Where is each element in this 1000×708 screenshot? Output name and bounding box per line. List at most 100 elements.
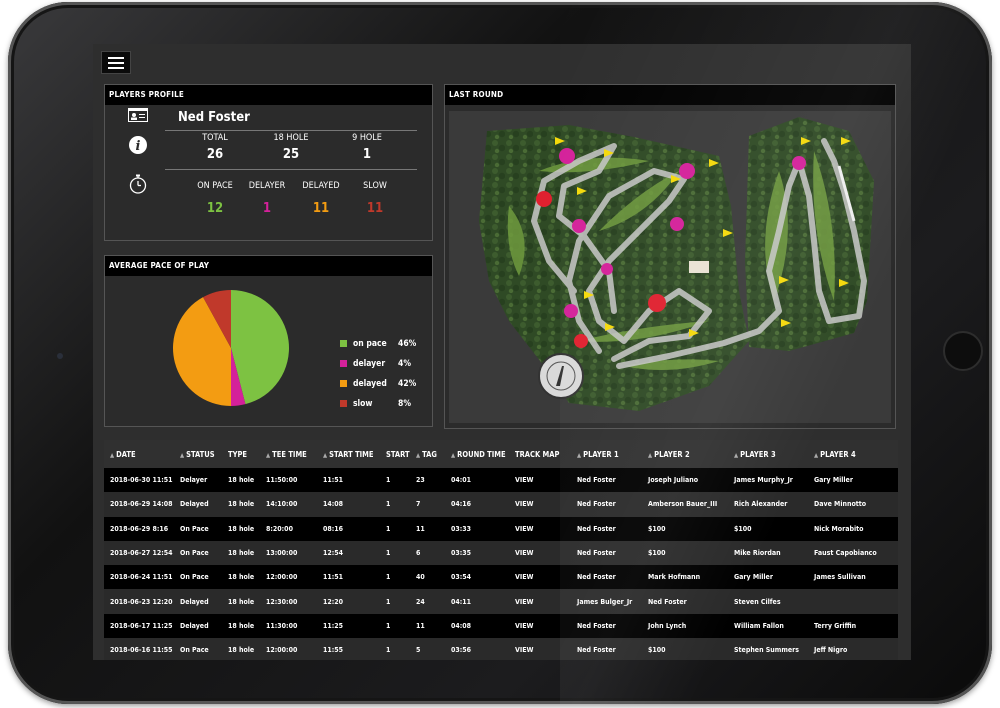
sort-icon[interactable]: ▲: [110, 452, 114, 459]
sort-icon[interactable]: ▲: [648, 452, 652, 459]
column-header-player-3[interactable]: ▲ PLAYER 3: [728, 440, 808, 468]
clubhouse: [689, 261, 709, 273]
table-cell: 11:51: [317, 565, 380, 590]
table-cell: 2018-06-27 12:54: [104, 540, 174, 566]
column-header-round-time[interactable]: ▲ ROUND TIME: [445, 440, 509, 468]
column-header-player-2[interactable]: ▲ PLAYER 2: [642, 440, 728, 468]
delayed-value: 11: [312, 201, 330, 216]
column-header-label: START TIME: [329, 449, 374, 459]
stopwatch-icon: [129, 174, 147, 194]
sort-icon[interactable]: ▲: [180, 452, 184, 459]
delayer-value: 1: [262, 201, 272, 216]
legend-percent: 8%: [398, 399, 411, 409]
rounds-total-label: TOTAL: [202, 133, 228, 143]
table-cell: $100: [728, 516, 808, 541]
sort-icon[interactable]: ▲: [416, 452, 420, 459]
table-cell: 2018-06-23 12:20: [104, 589, 174, 614]
table-cell: 2018-06-16 11:55: [104, 638, 174, 660]
table-cell: 12:20: [317, 589, 380, 614]
rounds-total-value: 26: [206, 147, 224, 162]
rounds-18-value: 25: [282, 147, 300, 162]
column-header-tag[interactable]: ▲ TAG: [410, 440, 445, 468]
table-row[interactable]: 2018-06-27 12:54 On Pace 18 hole 13:00:00 12…: [104, 540, 898, 566]
table-cell: Terry Griffin: [808, 613, 898, 639]
app-screen: PLAYERS PROFILE Ned Foster i TOTAL 26 18…: [93, 44, 911, 660]
legend-percent: 46%: [398, 339, 417, 349]
column-header-label: PLAYER 4: [820, 449, 856, 459]
table-cell: Ned Foster: [571, 540, 642, 566]
table-cell: 2018-06-30 11:51: [104, 468, 174, 493]
home-button[interactable]: [943, 331, 983, 371]
view-track-link[interactable]: VIEW: [509, 468, 571, 493]
table-cell: 14:08: [317, 492, 380, 517]
sort-icon[interactable]: ▲: [814, 452, 818, 459]
legend-swatch: [340, 400, 347, 407]
course-map[interactable]: [449, 111, 891, 423]
table-cell: 11:25: [317, 613, 380, 639]
sort-icon[interactable]: ▲: [323, 452, 327, 459]
table-cell: Nick Morabito: [808, 516, 898, 541]
table-cell: 11:30:00: [260, 613, 317, 639]
view-track-link[interactable]: VIEW: [509, 589, 571, 614]
sort-icon[interactable]: ▲: [266, 452, 270, 459]
column-header-tee-time[interactable]: ▲ TEE TIME: [260, 440, 317, 468]
view-track-link[interactable]: VIEW: [509, 516, 571, 541]
column-header-player-4[interactable]: ▲ PLAYER 4: [808, 440, 898, 468]
sort-icon[interactable]: ▲: [451, 452, 455, 459]
table-row[interactable]: 2018-06-23 12:20 Delayed 18 hole 12:30:00 12…: [104, 589, 898, 614]
column-header-label: TAG: [422, 449, 437, 459]
view-track-link[interactable]: VIEW: [509, 565, 571, 590]
hamburger-menu-icon[interactable]: [101, 51, 131, 74]
camera-icon: [57, 353, 63, 359]
player-name: Ned Foster: [178, 110, 250, 125]
table-row[interactable]: 2018-06-30 11:51 Delayer 18 hole 11:50:00 11…: [104, 468, 898, 493]
delayed-label: DELAYED: [302, 181, 340, 191]
column-header-player-1[interactable]: ▲ PLAYER 1: [571, 440, 642, 468]
table-cell: William Fallon: [728, 613, 808, 639]
table-cell: James Sullivan: [808, 565, 898, 590]
table-cell: 18 hole: [222, 613, 260, 639]
table-cell: 18 hole: [222, 589, 260, 614]
table-cell: Joseph Juliano: [642, 468, 728, 493]
column-header-date[interactable]: ▲ DATE: [104, 440, 174, 468]
table-cell: 13:00:00: [260, 540, 317, 566]
sort-icon[interactable]: ▲: [577, 452, 581, 459]
view-track-link[interactable]: VIEW: [509, 638, 571, 660]
legend-percent: 4%: [398, 359, 411, 369]
table-cell: Mark Hofmann: [642, 565, 728, 590]
table-cell: 8:20:00: [260, 516, 317, 541]
table-cell: $100: [642, 638, 728, 660]
sort-icon[interactable]: ▲: [734, 452, 738, 459]
legend-item: delayed 42%: [340, 379, 416, 389]
table-cell: 1: [380, 613, 410, 639]
table-cell: Steven Cilfes: [728, 589, 808, 614]
table-cell: Amberson Bauer_III: [642, 492, 728, 517]
table-cell: 1: [380, 492, 410, 517]
table-cell: 18 hole: [222, 516, 260, 541]
rounds-table: ▲ DATE ▲ STATUS TYPE ▲ TEE TIME ▲ START TIME STAR…: [104, 440, 898, 660]
table-cell: Delayer: [174, 468, 222, 493]
table-row[interactable]: 2018-06-17 11:25 Delayed 18 hole 11:30:00 11…: [104, 613, 898, 639]
table-row[interactable]: 2018-06-16 11:55 On Pace 18 hole 12:00:00 11…: [104, 638, 898, 660]
table-row[interactable]: 2018-06-24 11:51 On Pace 18 hole 12:00:00 11…: [104, 565, 898, 590]
table-cell: 04:11: [445, 589, 509, 614]
legend-percent: 42%: [398, 379, 417, 389]
svg-text:i: i: [136, 139, 141, 154]
view-track-link[interactable]: VIEW: [509, 613, 571, 639]
column-header-status[interactable]: ▲ STATUS: [174, 440, 222, 468]
slow-label: SLOW: [363, 181, 387, 191]
column-header-start-time[interactable]: ▲ START TIME: [317, 440, 380, 468]
table-cell: 12:30:00: [260, 589, 317, 614]
last-round-panel: LAST ROUND: [444, 84, 896, 429]
column-header-label: PLAYER 1: [583, 449, 619, 459]
table-row[interactable]: 2018-06-29 8:16 On Pace 18 hole 8:20:00 08:1…: [104, 516, 898, 541]
view-track-link[interactable]: VIEW: [509, 540, 571, 566]
legend-swatch: [340, 380, 347, 387]
table-row[interactable]: 2018-06-29 14:08 Delayed 18 hole 14:10:00 14…: [104, 492, 898, 517]
view-track-link[interactable]: VIEW: [509, 492, 571, 517]
panel-title: AVERAGE PACE OF PLAY: [105, 256, 432, 276]
column-header-start: START: [380, 440, 410, 468]
table-cell: 12:00:00: [260, 638, 317, 660]
table-cell: 04:08: [445, 613, 509, 639]
divider: [165, 130, 417, 131]
